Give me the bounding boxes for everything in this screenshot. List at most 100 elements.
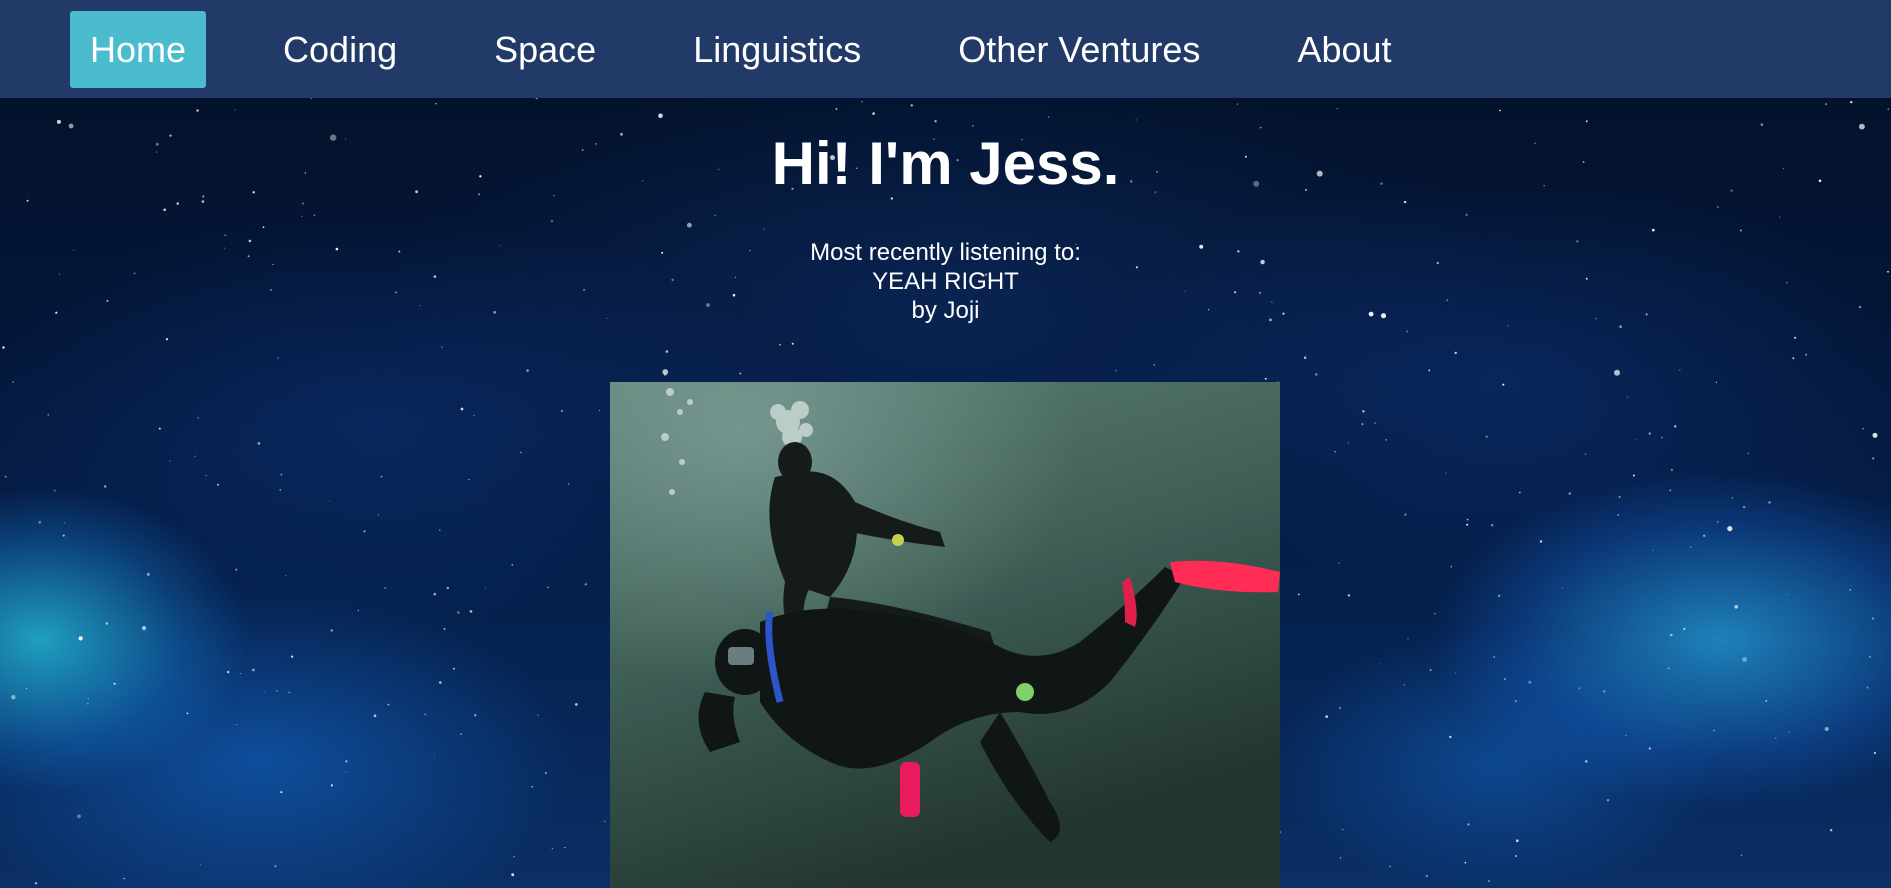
nav-item-linguistics[interactable]: Linguistics: [673, 11, 881, 88]
star: [330, 629, 333, 632]
star: [1617, 514, 1619, 516]
now-playing-artist: by Joji: [911, 297, 980, 324]
star: [169, 460, 171, 462]
star: [1338, 562, 1340, 564]
star: [934, 120, 937, 123]
star: [277, 357, 280, 359]
star: [443, 627, 446, 630]
star: [1561, 587, 1563, 589]
nav-item-home[interactable]: Home: [70, 10, 207, 88]
star: [551, 848, 553, 850]
star: [763, 228, 765, 230]
star: [1731, 497, 1734, 499]
star: [1619, 325, 1622, 329]
star: [1830, 829, 1833, 832]
star: [1425, 874, 1429, 878]
star: [1467, 823, 1470, 826]
star: [87, 698, 89, 700]
star: [235, 723, 238, 726]
star: [1407, 638, 1409, 640]
star: [460, 733, 463, 735]
star: [658, 113, 663, 119]
star: [564, 847, 566, 849]
star: [1445, 472, 1447, 474]
star: [1115, 370, 1117, 372]
star: [279, 489, 281, 491]
star: [1488, 880, 1490, 882]
star: [1449, 735, 1452, 739]
star: [357, 609, 359, 612]
star: [123, 877, 125, 880]
star: [424, 713, 426, 715]
star: [1703, 534, 1706, 537]
star: [1670, 633, 1673, 637]
star: [64, 522, 66, 524]
star: [1747, 452, 1750, 455]
star: [1862, 428, 1864, 430]
star: [252, 668, 255, 672]
star: [547, 586, 549, 589]
star: [1429, 668, 1432, 672]
star: [1466, 523, 1469, 526]
now-playing-widget: Most recently listening to: YEAH RIGHT b…: [0, 238, 1891, 325]
star: [1742, 657, 1747, 662]
star: [1602, 690, 1606, 693]
star: [469, 610, 473, 613]
star: [1493, 656, 1496, 659]
star: [1236, 103, 1239, 105]
star: [62, 534, 65, 537]
star: [1869, 656, 1871, 658]
star: [1768, 501, 1771, 504]
star: [1336, 108, 1338, 110]
star: [1361, 423, 1364, 425]
star: [4, 475, 7, 478]
star: [1873, 751, 1876, 755]
star: [1406, 330, 1409, 333]
star: [1491, 524, 1494, 527]
star: [78, 636, 83, 641]
star: [1825, 103, 1828, 106]
star: [791, 342, 794, 345]
star: [1742, 505, 1746, 509]
star: [714, 214, 716, 217]
page-title: Hi! I'm Jess.: [771, 130, 1120, 197]
star: [1578, 687, 1581, 690]
star: [1516, 839, 1519, 842]
star: [446, 586, 449, 590]
star: [457, 611, 460, 614]
star: [835, 108, 838, 110]
nav-item-other-ventures[interactable]: Other Ventures: [938, 11, 1220, 88]
star: [1454, 672, 1456, 674]
star: [1805, 353, 1808, 356]
star: [972, 125, 974, 127]
star: [1518, 491, 1521, 494]
star: [1585, 120, 1588, 123]
star: [1465, 213, 1468, 217]
star: [439, 529, 441, 531]
star: [1661, 437, 1663, 439]
star: [1739, 229, 1742, 232]
star: [537, 714, 539, 716]
star: [25, 687, 28, 690]
nav-item-about[interactable]: About: [1277, 11, 1411, 88]
star: [1315, 373, 1318, 376]
star: [662, 369, 669, 375]
star: [1652, 228, 1655, 232]
star: [861, 101, 863, 103]
star: [1374, 422, 1376, 424]
star: [262, 226, 265, 229]
star: [1347, 594, 1351, 597]
star: [1871, 617, 1875, 620]
star: [1502, 383, 1505, 386]
star: [1584, 760, 1588, 763]
star: [1338, 706, 1341, 710]
star: [345, 760, 348, 763]
nav-item-space[interactable]: Space: [474, 11, 616, 88]
now-playing-heading: Most recently listening to:: [810, 239, 1081, 266]
star: [240, 673, 242, 674]
star: [1690, 546, 1692, 548]
star: [301, 202, 304, 205]
star: [285, 575, 287, 577]
star: [301, 215, 303, 217]
nav-item-coding[interactable]: Coding: [263, 11, 417, 88]
